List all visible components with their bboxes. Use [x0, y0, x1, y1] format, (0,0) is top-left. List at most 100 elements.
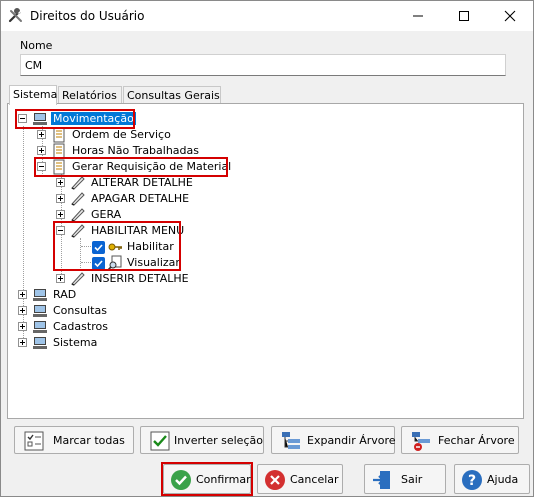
- permissions-tree[interactable]: Movimentação Ordem de Serviço Horas Não …: [7, 103, 524, 419]
- help-circle-icon: ?: [462, 470, 482, 490]
- tree-line: [80, 238, 81, 268]
- name-input[interactable]: [20, 54, 506, 76]
- computer-icon: [33, 321, 47, 333]
- tree-label: Gerar Requisição de Material: [72, 160, 232, 173]
- tree-label: Sistema: [53, 336, 98, 349]
- fechar-arvore-button[interactable]: Fechar Árvore: [401, 426, 519, 454]
- tree-label: Ordem de Serviço: [72, 128, 171, 141]
- close-button[interactable]: [487, 1, 533, 31]
- collapse-toggle[interactable]: [18, 114, 27, 123]
- minimize-icon: [413, 15, 423, 17]
- tree-node-cadastros[interactable]: Cadastros: [18, 319, 118, 335]
- expand-toggle[interactable]: [18, 322, 27, 331]
- maximize-icon: [459, 11, 469, 21]
- tree-line: [81, 246, 91, 247]
- tree-node-gerar-requisicao[interactable]: Gerar Requisição de Material: [37, 159, 237, 175]
- tree-node-gera[interactable]: GERA: [56, 207, 156, 223]
- pencil-icon: [71, 176, 85, 190]
- expand-tree-icon: [282, 432, 300, 449]
- visualizar-checkbox[interactable]: [92, 257, 105, 270]
- maximize-button[interactable]: [441, 1, 487, 31]
- expand-toggle[interactable]: [18, 290, 27, 299]
- button-label: Fechar Árvore: [438, 434, 515, 447]
- check-box-icon: [150, 431, 170, 451]
- collapse-toggle[interactable]: [56, 226, 65, 235]
- tree-node-visualizar[interactable]: Visualizar: [92, 255, 192, 271]
- check-circle-icon: [171, 470, 191, 490]
- ajuda-button[interactable]: ? Ajuda: [454, 464, 530, 494]
- checkmark-icon: [94, 244, 103, 252]
- expand-toggle[interactable]: [18, 338, 27, 347]
- svg-text:?: ?: [468, 473, 476, 489]
- inverter-selecao-button[interactable]: Inverter seleção: [140, 426, 264, 454]
- pencil-icon: [71, 208, 85, 222]
- tree-label: Cadastros: [53, 320, 108, 333]
- expand-toggle[interactable]: [56, 274, 65, 283]
- tree-label: Horas Não Trabalhadas: [72, 144, 199, 157]
- computer-icon: [33, 305, 47, 317]
- expand-toggle[interactable]: [56, 178, 65, 187]
- tab-consultas-gerais[interactable]: Consultas Gerais: [123, 86, 221, 104]
- tab-sistema[interactable]: Sistema: [9, 85, 57, 105]
- expand-toggle[interactable]: [37, 130, 46, 139]
- checkmark-icon: [94, 260, 103, 268]
- tree-label: Habilitar: [127, 240, 174, 253]
- cancel-circle-icon: [265, 470, 285, 490]
- habilitar-checkbox[interactable]: [92, 241, 105, 254]
- pencil-icon: [71, 192, 85, 206]
- expand-toggle[interactable]: [18, 306, 27, 315]
- tree-label: HABILITAR MENU: [91, 224, 185, 237]
- tree-label: Visualizar: [127, 256, 180, 269]
- tree-line: [81, 262, 91, 263]
- tree-node-habilitar-menu[interactable]: HABILITAR MENU: [56, 223, 186, 239]
- button-label: Sair: [401, 473, 423, 486]
- magnifier-doc-icon: [107, 255, 122, 271]
- minimize-button[interactable]: [395, 1, 441, 31]
- button-label: Marcar todas: [53, 434, 125, 447]
- button-label: Cancelar: [290, 473, 339, 486]
- button-label: Expandir Árvore: [307, 434, 396, 447]
- window-title: Direitos do Usuário: [30, 9, 145, 23]
- expandir-arvore-button[interactable]: Expandir Árvore: [271, 426, 396, 454]
- close-icon: [504, 10, 516, 22]
- tree-node-habilitar[interactable]: Habilitar: [92, 239, 192, 255]
- tree-label: APAGAR DETALHE: [91, 192, 190, 205]
- tree-node-apagar-detalhe[interactable]: APAGAR DETALHE: [56, 191, 196, 207]
- expand-toggle[interactable]: [37, 146, 46, 155]
- expand-toggle[interactable]: [56, 210, 65, 219]
- computer-icon: [33, 337, 47, 349]
- pencil-icon: [71, 224, 85, 238]
- tree-label: INSERIR DETALHE: [91, 272, 189, 285]
- tab-relatorios[interactable]: Relatórios: [58, 86, 122, 104]
- name-label: Nome: [20, 39, 53, 52]
- tree-label: ALTERAR DETALHE: [91, 176, 193, 189]
- checklist-icon: [24, 431, 44, 451]
- exit-door-icon: [373, 471, 390, 489]
- tree-label: Consultas: [53, 304, 107, 317]
- pencil-icon: [71, 272, 85, 286]
- tree-node-sistema[interactable]: Sistema: [18, 335, 118, 351]
- tools-icon: [8, 8, 22, 23]
- tree-node-alterar-detalhe[interactable]: ALTERAR DETALHE: [56, 175, 196, 191]
- document-icon: [53, 127, 65, 143]
- button-label: Inverter seleção: [174, 434, 263, 447]
- collapse-toggle[interactable]: [37, 162, 46, 171]
- collapse-tree-icon: [412, 432, 430, 451]
- tree-node-ordem-servico[interactable]: Ordem de Serviço: [37, 127, 177, 143]
- document-icon: [53, 159, 65, 175]
- marcar-todas-button[interactable]: Marcar todas: [14, 426, 134, 454]
- button-label: Ajuda: [487, 473, 519, 486]
- title-bar: Direitos do Usuário: [1, 1, 533, 31]
- tree-node-rad[interactable]: RAD: [18, 287, 98, 303]
- tree-node-consultas[interactable]: Consultas: [18, 303, 118, 319]
- key-icon: [108, 243, 122, 251]
- tree-label: Movimentação: [51, 112, 136, 125]
- tree-node-movimentacao[interactable]: Movimentação: [18, 111, 148, 127]
- tree-node-inserir-detalhe[interactable]: INSERIR DETALHE: [56, 271, 196, 287]
- confirmar-button[interactable]: Confirmar: [163, 464, 251, 494]
- expand-toggle[interactable]: [56, 194, 65, 203]
- tree-node-horas-nao-trabalhadas[interactable]: Horas Não Trabalhadas: [37, 143, 207, 159]
- cancelar-button[interactable]: Cancelar: [257, 464, 343, 494]
- sair-button[interactable]: Sair: [364, 464, 446, 494]
- computer-icon: [33, 289, 47, 301]
